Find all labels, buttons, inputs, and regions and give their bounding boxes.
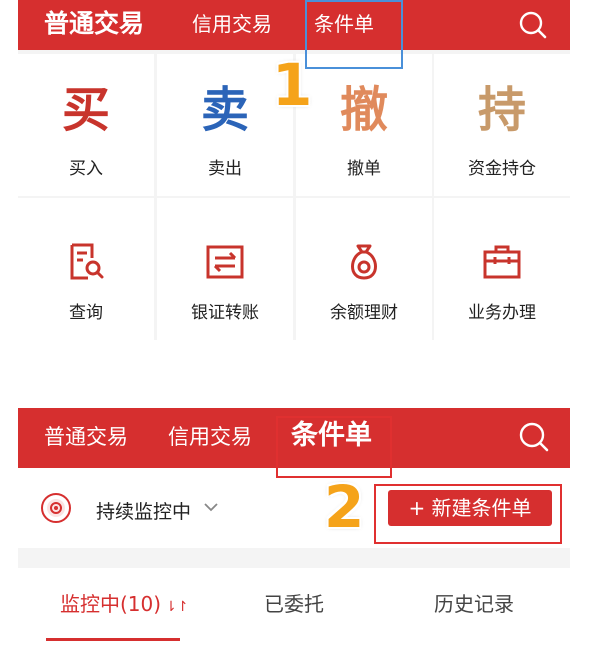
tab-credit-trade[interactable]: 信用交易: [168, 427, 252, 448]
subtab-label: 监控中(10): [60, 592, 162, 616]
tab-normal-trade[interactable]: 普通交易: [44, 427, 128, 448]
step-number-1: 1: [272, 51, 313, 119]
buy-glyph-icon: 买: [61, 82, 110, 138]
grid-item-label: 资金持仓: [468, 159, 536, 179]
annotation-box-conditional-tab-active: [276, 416, 392, 478]
subtab-monitoring[interactable]: 监控中(10) ⇂↾: [60, 592, 189, 616]
annotation-box-conditional-tab: [305, 0, 403, 69]
grid-item-query[interactable]: 查询: [18, 198, 154, 340]
grid-item-bank-transfer[interactable]: 银证转账: [157, 198, 293, 340]
monitor-eye-icon: [41, 493, 71, 523]
sort-icon[interactable]: ⇂↾: [165, 599, 188, 615]
grid-item-label: 撤单: [347, 159, 381, 179]
query-icon: [70, 243, 104, 280]
monitor-status-dropdown[interactable]: 持续监控中: [96, 497, 191, 524]
subtab-history[interactable]: 历史记录: [434, 592, 514, 616]
step-number-2: 2: [324, 473, 365, 541]
top-nav-bar: 普通交易 信用交易 条件单: [18, 0, 570, 50]
grid-item-label: 业务办理: [468, 303, 536, 323]
grid-item-label: 余额理财: [330, 303, 398, 323]
money-bag-icon: [351, 244, 377, 280]
grid-item-business[interactable]: 业务办理: [434, 198, 570, 340]
bank-transfer-icon: [206, 245, 244, 279]
search-icon[interactable]: [518, 10, 548, 40]
tab-normal-trade[interactable]: 普通交易: [44, 11, 144, 36]
search-icon[interactable]: [518, 421, 550, 453]
hold-glyph-icon: 持: [477, 82, 526, 138]
grid-item-balance-finance[interactable]: 余额理财: [296, 198, 432, 340]
grid-item-buy[interactable]: 买 买入: [18, 54, 154, 196]
grid-item-label: 卖出: [208, 159, 242, 179]
tab-credit-trade[interactable]: 信用交易: [192, 14, 272, 34]
chevron-down-icon[interactable]: [203, 500, 219, 514]
order-subtabs: 监控中(10) ⇂↾ 已委托 历史记录: [18, 568, 570, 651]
briefcase-icon: [483, 245, 521, 279]
grid-item-label: 买入: [69, 159, 103, 179]
grid-item-positions[interactable]: 持 资金持仓: [434, 54, 570, 196]
grid-item-label: 查询: [69, 303, 103, 323]
subtab-delegated[interactable]: 已委托: [264, 592, 324, 616]
cancel-glyph-icon: 撤: [339, 82, 388, 138]
grid-item-cancel[interactable]: 撤 撤单: [296, 54, 432, 196]
grid-item-label: 银证转账: [191, 303, 259, 323]
annotation-box-new-button: [374, 484, 562, 544]
active-tab-underline: [46, 638, 180, 641]
